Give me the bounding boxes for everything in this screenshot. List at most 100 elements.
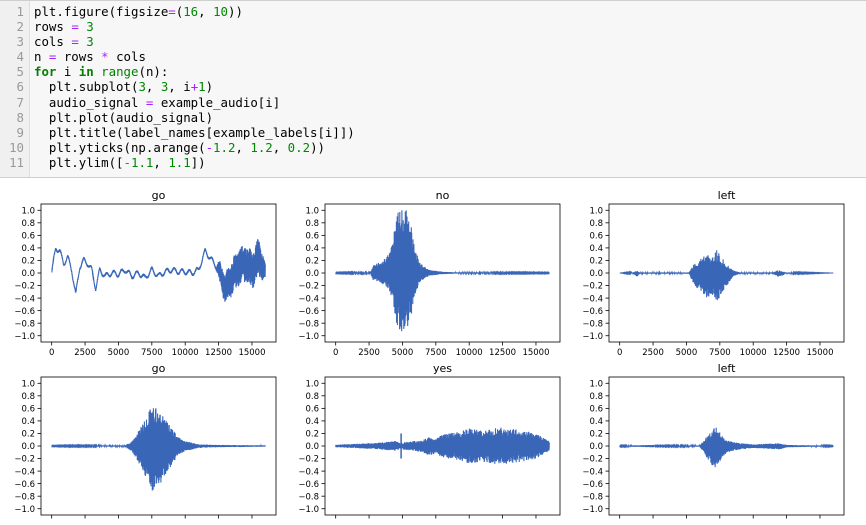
code-text: rows = 3	[34, 19, 94, 34]
y-tick-label: −0.6	[582, 480, 603, 490]
y-tick-label: −0.4	[582, 294, 603, 304]
y-tick-label: −0.8	[582, 492, 603, 502]
code-token: 3	[138, 79, 146, 95]
code-token: )	[205, 79, 214, 95]
code-token: 1.2	[213, 139, 236, 155]
code-token: ,	[272, 139, 288, 155]
y-tick-label: 0.0	[21, 442, 35, 452]
code-token: 0.2	[287, 139, 311, 155]
code-token: ,	[198, 4, 214, 19]
y-tick-label: −0.8	[298, 319, 319, 329]
code-line: 3 cols = 3	[0, 34, 355, 49]
code-token: plt.title(label_names[example_labels[i]]…	[34, 124, 355, 140]
subplot-5: yes 1.0 0.8 0.6 0.4 0.2 0.0 −0.2 −0.4 −0.6 −0.8 −1.…	[298, 362, 561, 519]
code-token: plt.subplot(	[34, 79, 139, 95]
y-tick-label: −0.2	[14, 282, 35, 292]
waveform-line	[335, 427, 550, 464]
subplot-title: go	[152, 362, 166, 375]
x-tick-label: 7500	[141, 348, 163, 358]
code-token: -	[123, 154, 131, 170]
code-line: 4 n = rows * cols	[0, 49, 355, 64]
y-tick-label: −1.0	[298, 332, 319, 342]
code-token: =	[168, 4, 176, 19]
code-token: 1.2	[250, 139, 273, 155]
y-tick-label: 1.0	[21, 379, 35, 389]
line-number: 9	[16, 124, 24, 140]
y-tick-label: −1.0	[582, 505, 603, 515]
code-editor[interactable]: 1 plt.figure(figsize=(16, 10)) 2 rows = 33c…	[0, 4, 355, 170]
x-tick-label: 0	[333, 348, 338, 358]
code-text: plt.subplot(3, 3, i+1)	[34, 79, 213, 94]
subplot-title: left	[718, 362, 737, 375]
code-token: plt.yticks(np.arange(	[34, 139, 206, 155]
y-tick-label: 0.4	[589, 244, 603, 254]
code-token: cols	[108, 49, 146, 65]
waveform-line	[619, 427, 834, 468]
code-token: =	[71, 34, 79, 50]
code-line: 6 plt.subplot(3, 3, i+1)	[0, 79, 355, 94]
line-number: 11	[9, 154, 24, 170]
code-token: plt.figure(figsize	[34, 4, 169, 19]
code-token: -	[205, 139, 214, 155]
y-tick-label: 1.0	[589, 206, 603, 216]
y-tick-label: 0.6	[305, 232, 319, 242]
code-token: ))	[227, 4, 243, 19]
y-tick-label: −0.8	[14, 319, 35, 329]
y-tick-label: −0.4	[582, 467, 603, 477]
y-tick-label: 0.8	[589, 219, 603, 229]
y-tick-label: 0.8	[21, 392, 35, 402]
subplot-title: left	[718, 189, 737, 202]
x-tick-label: 5000	[108, 348, 130, 358]
y-tick-label: −0.2	[582, 455, 603, 465]
y-tick-label: 0.4	[305, 417, 319, 427]
y-tick-label: −0.8	[14, 492, 35, 502]
y-tick-label: −0.4	[14, 294, 35, 304]
x-tick-label: 7500	[709, 348, 731, 358]
line-number: 1	[16, 4, 24, 19]
waveform-line	[335, 210, 550, 332]
y-tick-label: 0.8	[21, 219, 35, 229]
code-token: 1.1	[131, 154, 154, 170]
code-text: for i in range(n):	[34, 64, 168, 79]
y-tick-label: −0.4	[298, 467, 319, 477]
code-token: 1.1	[168, 154, 191, 170]
x-tick-label: 2500	[642, 348, 664, 358]
y-tick-label: 0.8	[589, 392, 603, 402]
y-tick-label: −0.2	[298, 282, 319, 292]
x-tick-label: 15000	[238, 348, 265, 358]
code-token: rows	[56, 49, 102, 65]
code-text: plt.ylim([-1.1, 1.1])	[34, 155, 206, 170]
code-token: *	[101, 49, 109, 65]
x-tick-label: 10000	[740, 348, 767, 358]
x-tick-label: 10000	[172, 348, 199, 358]
code-token: ))	[310, 139, 325, 155]
x-tick-label: 5000	[392, 348, 414, 358]
code-token: (n):	[138, 64, 169, 80]
line-number: 3	[16, 34, 24, 50]
code-line: 1 plt.figure(figsize=(16, 10))	[0, 4, 355, 19]
y-tick-label: −1.0	[298, 505, 319, 515]
line-number: 6	[16, 79, 24, 95]
subplot-title: no	[436, 189, 450, 202]
x-tick-label: 12500	[489, 348, 516, 358]
x-tick-label: 0	[617, 348, 622, 358]
code-token: rows	[34, 19, 72, 35]
waveform-line	[51, 408, 266, 491]
y-tick-label: 0.6	[21, 405, 35, 415]
x-tick-label: 15000	[522, 348, 549, 358]
x-tick-label: 10000	[456, 348, 483, 358]
y-tick-label: −0.8	[582, 319, 603, 329]
code-token: , i	[168, 79, 191, 95]
code-text: plt.figure(figsize=(16, 10))	[34, 4, 243, 19]
code-cell[interactable]: 1 plt.figure(figsize=(16, 10)) 2 rows = 33c…	[0, 0, 866, 178]
y-tick-label: 0.4	[305, 244, 319, 254]
code-token: i	[56, 64, 79, 80]
code-token: ,	[235, 139, 251, 155]
y-tick-label: 1.0	[21, 206, 35, 216]
y-tick-label: 1.0	[305, 379, 319, 389]
code-token: 3	[78, 34, 94, 50]
subplot-6: left 1.0 0.8 0.6 0.4 0.2 0.0 −0.2 −0.4 −0.6 −0.8 −1…	[582, 362, 845, 519]
y-tick-label: −0.6	[582, 307, 603, 317]
code-token: range	[101, 64, 139, 80]
code-token: in	[78, 64, 94, 80]
